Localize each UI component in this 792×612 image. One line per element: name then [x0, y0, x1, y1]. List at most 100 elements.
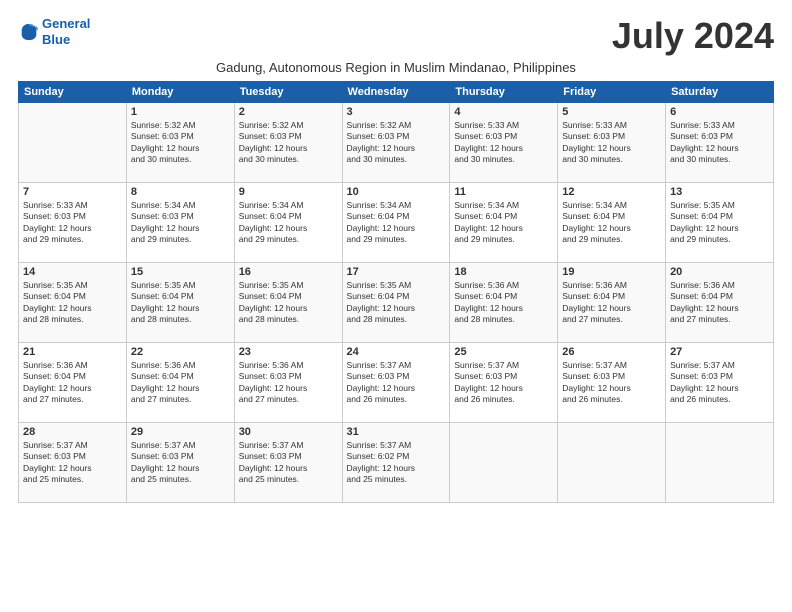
day-info: Sunrise: 5:34 AM Sunset: 6:03 PM Dayligh…	[131, 200, 230, 246]
day-number: 17	[347, 266, 446, 278]
day-info: Sunrise: 5:36 AM Sunset: 6:04 PM Dayligh…	[23, 360, 122, 406]
page: General Blue July 2024 Gadung, Autonomou…	[0, 0, 792, 612]
day-info: Sunrise: 5:36 AM Sunset: 6:04 PM Dayligh…	[454, 280, 553, 326]
calendar-cell: 5Sunrise: 5:33 AM Sunset: 6:03 PM Daylig…	[558, 102, 666, 182]
day-info: Sunrise: 5:37 AM Sunset: 6:02 PM Dayligh…	[347, 440, 446, 486]
calendar-cell: 11 Sunrise: 5:34 AM Sunset: 6:04 PM Dayli…	[450, 182, 558, 262]
logo: General Blue	[18, 16, 90, 47]
day-number: 28	[23, 426, 122, 438]
col-tuesday: Tuesday	[234, 81, 342, 102]
calendar-cell: 16 Sunrise: 5:35 AM Sunset: 6:04 PM Dayli…	[234, 262, 342, 342]
day-number: 22	[131, 346, 230, 358]
header-row: Sunday Monday Tuesday Wednesday Thursday…	[19, 81, 774, 102]
day-number: 14	[23, 266, 122, 278]
day-number: 20	[670, 266, 769, 278]
logo-text: General Blue	[42, 16, 90, 47]
calendar-cell: 14 Sunrise: 5:35 AM Sunset: 6:04 PM Dayli…	[19, 262, 127, 342]
col-wednesday: Wednesday	[342, 81, 450, 102]
calendar-cell: 4Sunrise: 5:33 AM Sunset: 6:03 PM Daylig…	[450, 102, 558, 182]
day-number: 21	[23, 346, 122, 358]
day-info: Sunrise: 5:37 AM Sunset: 6:03 PM Dayligh…	[239, 440, 338, 486]
day-number: 6	[670, 106, 769, 118]
calendar-cell: 27Sunrise: 5:37 AM Sunset: 6:03 PM Dayli…	[666, 342, 774, 422]
calendar-cell	[666, 422, 774, 502]
day-info: Sunrise: 5:32 AM Sunset: 6:03 PM Dayligh…	[131, 120, 230, 166]
day-number: 24	[347, 346, 446, 358]
day-info: Sunrise: 5:32 AM Sunset: 6:03 PM Dayligh…	[347, 120, 446, 166]
day-number: 16	[239, 266, 338, 278]
calendar-cell: 15Sunrise: 5:35 AM Sunset: 6:04 PM Dayli…	[126, 262, 234, 342]
day-number: 30	[239, 426, 338, 438]
day-number: 13	[670, 186, 769, 198]
calendar-cell: 31 Sunrise: 5:37 AM Sunset: 6:02 PM Dayli…	[342, 422, 450, 502]
calendar-cell: 12 Sunrise: 5:34 AM Sunset: 6:04 PM Dayli…	[558, 182, 666, 262]
day-info: Sunrise: 5:35 AM Sunset: 6:04 PM Dayligh…	[239, 280, 338, 326]
day-info: Sunrise: 5:37 AM Sunset: 6:03 PM Dayligh…	[347, 360, 446, 406]
calendar-cell: 18Sunrise: 5:36 AM Sunset: 6:04 PM Dayli…	[450, 262, 558, 342]
calendar-week-4: 21 Sunrise: 5:36 AM Sunset: 6:04 PM Dayli…	[19, 342, 774, 422]
day-info: Sunrise: 5:36 AM Sunset: 6:04 PM Dayligh…	[131, 360, 230, 406]
day-number: 8	[131, 186, 230, 198]
calendar-cell: 30 Sunrise: 5:37 AM Sunset: 6:03 PM Dayli…	[234, 422, 342, 502]
day-number: 31	[347, 426, 446, 438]
day-info: Sunrise: 5:33 AM Sunset: 6:03 PM Dayligh…	[562, 120, 661, 166]
calendar-cell: 20 Sunrise: 5:36 AM Sunset: 6:04 PM Dayli…	[666, 262, 774, 342]
calendar-cell: 17Sunrise: 5:35 AM Sunset: 6:04 PM Dayli…	[342, 262, 450, 342]
calendar-cell: 29Sunrise: 5:37 AM Sunset: 6:03 PM Dayli…	[126, 422, 234, 502]
day-info: Sunrise: 5:34 AM Sunset: 6:04 PM Dayligh…	[347, 200, 446, 246]
calendar-cell: 10 Sunrise: 5:34 AM Sunset: 6:04 PM Dayli…	[342, 182, 450, 262]
calendar-week-1: 1Sunrise: 5:32 AM Sunset: 6:03 PM Daylig…	[19, 102, 774, 182]
day-info: Sunrise: 5:34 AM Sunset: 6:04 PM Dayligh…	[454, 200, 553, 246]
logo-line2: Blue	[42, 32, 70, 47]
header: General Blue July 2024	[18, 16, 774, 56]
month-title: July 2024	[612, 16, 774, 56]
calendar-week-3: 14 Sunrise: 5:35 AM Sunset: 6:04 PM Dayli…	[19, 262, 774, 342]
day-info: Sunrise: 5:34 AM Sunset: 6:04 PM Dayligh…	[562, 200, 661, 246]
calendar-cell: 22 Sunrise: 5:36 AM Sunset: 6:04 PM Dayli…	[126, 342, 234, 422]
calendar-cell: 13 Sunrise: 5:35 AM Sunset: 6:04 PM Dayli…	[666, 182, 774, 262]
calendar-cell: 8 Sunrise: 5:34 AM Sunset: 6:03 PM Daylig…	[126, 182, 234, 262]
calendar-cell: 28 Sunrise: 5:37 AM Sunset: 6:03 PM Dayli…	[19, 422, 127, 502]
day-number: 10	[347, 186, 446, 198]
col-saturday: Saturday	[666, 81, 774, 102]
logo-icon	[18, 21, 40, 43]
calendar-cell: 7 Sunrise: 5:33 AM Sunset: 6:03 PM Daylig…	[19, 182, 127, 262]
day-info: Sunrise: 5:37 AM Sunset: 6:03 PM Dayligh…	[454, 360, 553, 406]
calendar-cell	[558, 422, 666, 502]
calendar-cell: 21 Sunrise: 5:36 AM Sunset: 6:04 PM Dayli…	[19, 342, 127, 422]
day-number: 11	[454, 186, 553, 198]
day-number: 7	[23, 186, 122, 198]
calendar-cell	[19, 102, 127, 182]
calendar-cell: 26 Sunrise: 5:37 AM Sunset: 6:03 PM Dayli…	[558, 342, 666, 422]
calendar-cell: 9Sunrise: 5:34 AM Sunset: 6:04 PM Daylig…	[234, 182, 342, 262]
calendar-body: 1Sunrise: 5:32 AM Sunset: 6:03 PM Daylig…	[19, 102, 774, 502]
day-info: Sunrise: 5:34 AM Sunset: 6:04 PM Dayligh…	[239, 200, 338, 246]
day-info: Sunrise: 5:35 AM Sunset: 6:04 PM Dayligh…	[23, 280, 122, 326]
col-thursday: Thursday	[450, 81, 558, 102]
calendar-cell: 3Sunrise: 5:32 AM Sunset: 6:03 PM Daylig…	[342, 102, 450, 182]
calendar-cell: 25 Sunrise: 5:37 AM Sunset: 6:03 PM Dayli…	[450, 342, 558, 422]
col-sunday: Sunday	[19, 81, 127, 102]
day-number: 12	[562, 186, 661, 198]
calendar-cell: 2Sunrise: 5:32 AM Sunset: 6:03 PM Daylig…	[234, 102, 342, 182]
calendar-cell: 19 Sunrise: 5:36 AM Sunset: 6:04 PM Dayli…	[558, 262, 666, 342]
col-friday: Friday	[558, 81, 666, 102]
day-info: Sunrise: 5:35 AM Sunset: 6:04 PM Dayligh…	[131, 280, 230, 326]
calendar-cell: 1Sunrise: 5:32 AM Sunset: 6:03 PM Daylig…	[126, 102, 234, 182]
day-info: Sunrise: 5:36 AM Sunset: 6:04 PM Dayligh…	[670, 280, 769, 326]
calendar-header: Sunday Monday Tuesday Wednesday Thursday…	[19, 81, 774, 102]
day-info: Sunrise: 5:37 AM Sunset: 6:03 PM Dayligh…	[23, 440, 122, 486]
day-info: Sunrise: 5:36 AM Sunset: 6:04 PM Dayligh…	[562, 280, 661, 326]
calendar-cell: 23 Sunrise: 5:36 AM Sunset: 6:03 PM Dayli…	[234, 342, 342, 422]
day-info: Sunrise: 5:35 AM Sunset: 6:04 PM Dayligh…	[670, 200, 769, 246]
day-number: 25	[454, 346, 553, 358]
day-info: Sunrise: 5:36 AM Sunset: 6:03 PM Dayligh…	[239, 360, 338, 406]
day-info: Sunrise: 5:33 AM Sunset: 6:03 PM Dayligh…	[23, 200, 122, 246]
day-number: 23	[239, 346, 338, 358]
col-monday: Monday	[126, 81, 234, 102]
day-number: 26	[562, 346, 661, 358]
day-info: Sunrise: 5:37 AM Sunset: 6:03 PM Dayligh…	[562, 360, 661, 406]
day-number: 19	[562, 266, 661, 278]
day-number: 29	[131, 426, 230, 438]
calendar-cell: 6Sunrise: 5:33 AM Sunset: 6:03 PM Daylig…	[666, 102, 774, 182]
